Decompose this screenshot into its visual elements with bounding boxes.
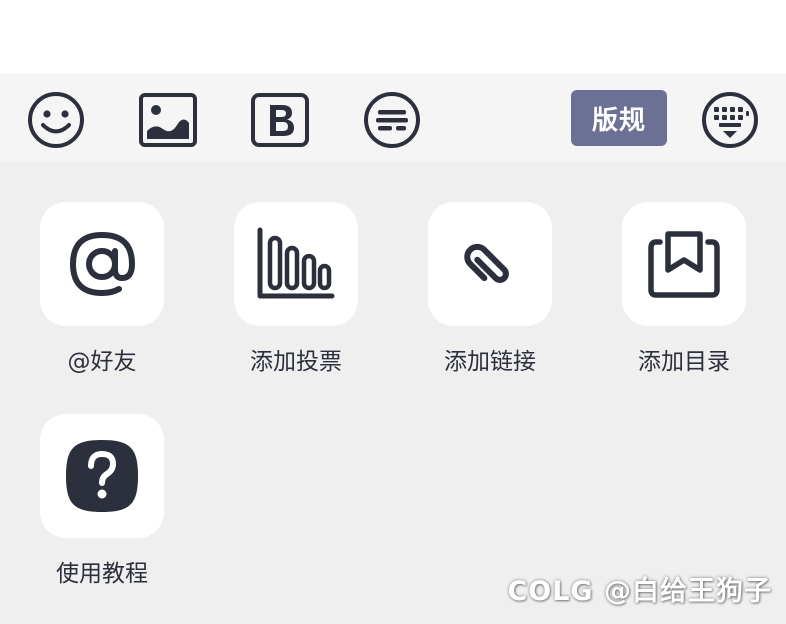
add-link-button[interactable] (428, 202, 552, 326)
bold-icon[interactable] (250, 90, 310, 150)
mention-friend-label: @好友 (67, 349, 137, 375)
add-poll-label: 添加投票 (250, 349, 342, 375)
add-toc-label: 添加目录 (638, 349, 730, 375)
rules-button[interactable]: 版规 (571, 90, 667, 146)
image-icon[interactable] (138, 90, 198, 150)
plugin-panel: @好友 添加投票 添加链接 添加目录 使用教程 COLG @白给王狗子 (0, 162, 786, 624)
add-link-label: 添加链接 (444, 349, 536, 375)
text-style-icon[interactable] (362, 90, 422, 150)
tutorial-button[interactable] (40, 414, 164, 538)
poll-icon (257, 227, 335, 299)
help-icon (66, 440, 138, 512)
emoji-icon[interactable] (26, 90, 86, 150)
mention-friend-button[interactable] (40, 202, 164, 326)
keyboard-icon[interactable] (700, 90, 760, 150)
rules-button-label: 版规 (591, 105, 646, 136)
editor-toolbar: 版规 (0, 74, 786, 162)
editor-screen: 版规 @好友 添加投票 添加链接 添加目录 使用教程 COLG @白给王狗子 (0, 0, 786, 624)
link-icon (464, 243, 509, 283)
add-poll-button[interactable] (234, 202, 358, 326)
bookmark-icon (648, 231, 720, 298)
watermark: COLG @白给王狗子 (507, 576, 772, 607)
content-area[interactable] (0, 0, 786, 74)
add-toc-button[interactable] (622, 202, 746, 326)
at-icon (69, 231, 136, 297)
tutorial-label: 使用教程 (56, 561, 148, 587)
